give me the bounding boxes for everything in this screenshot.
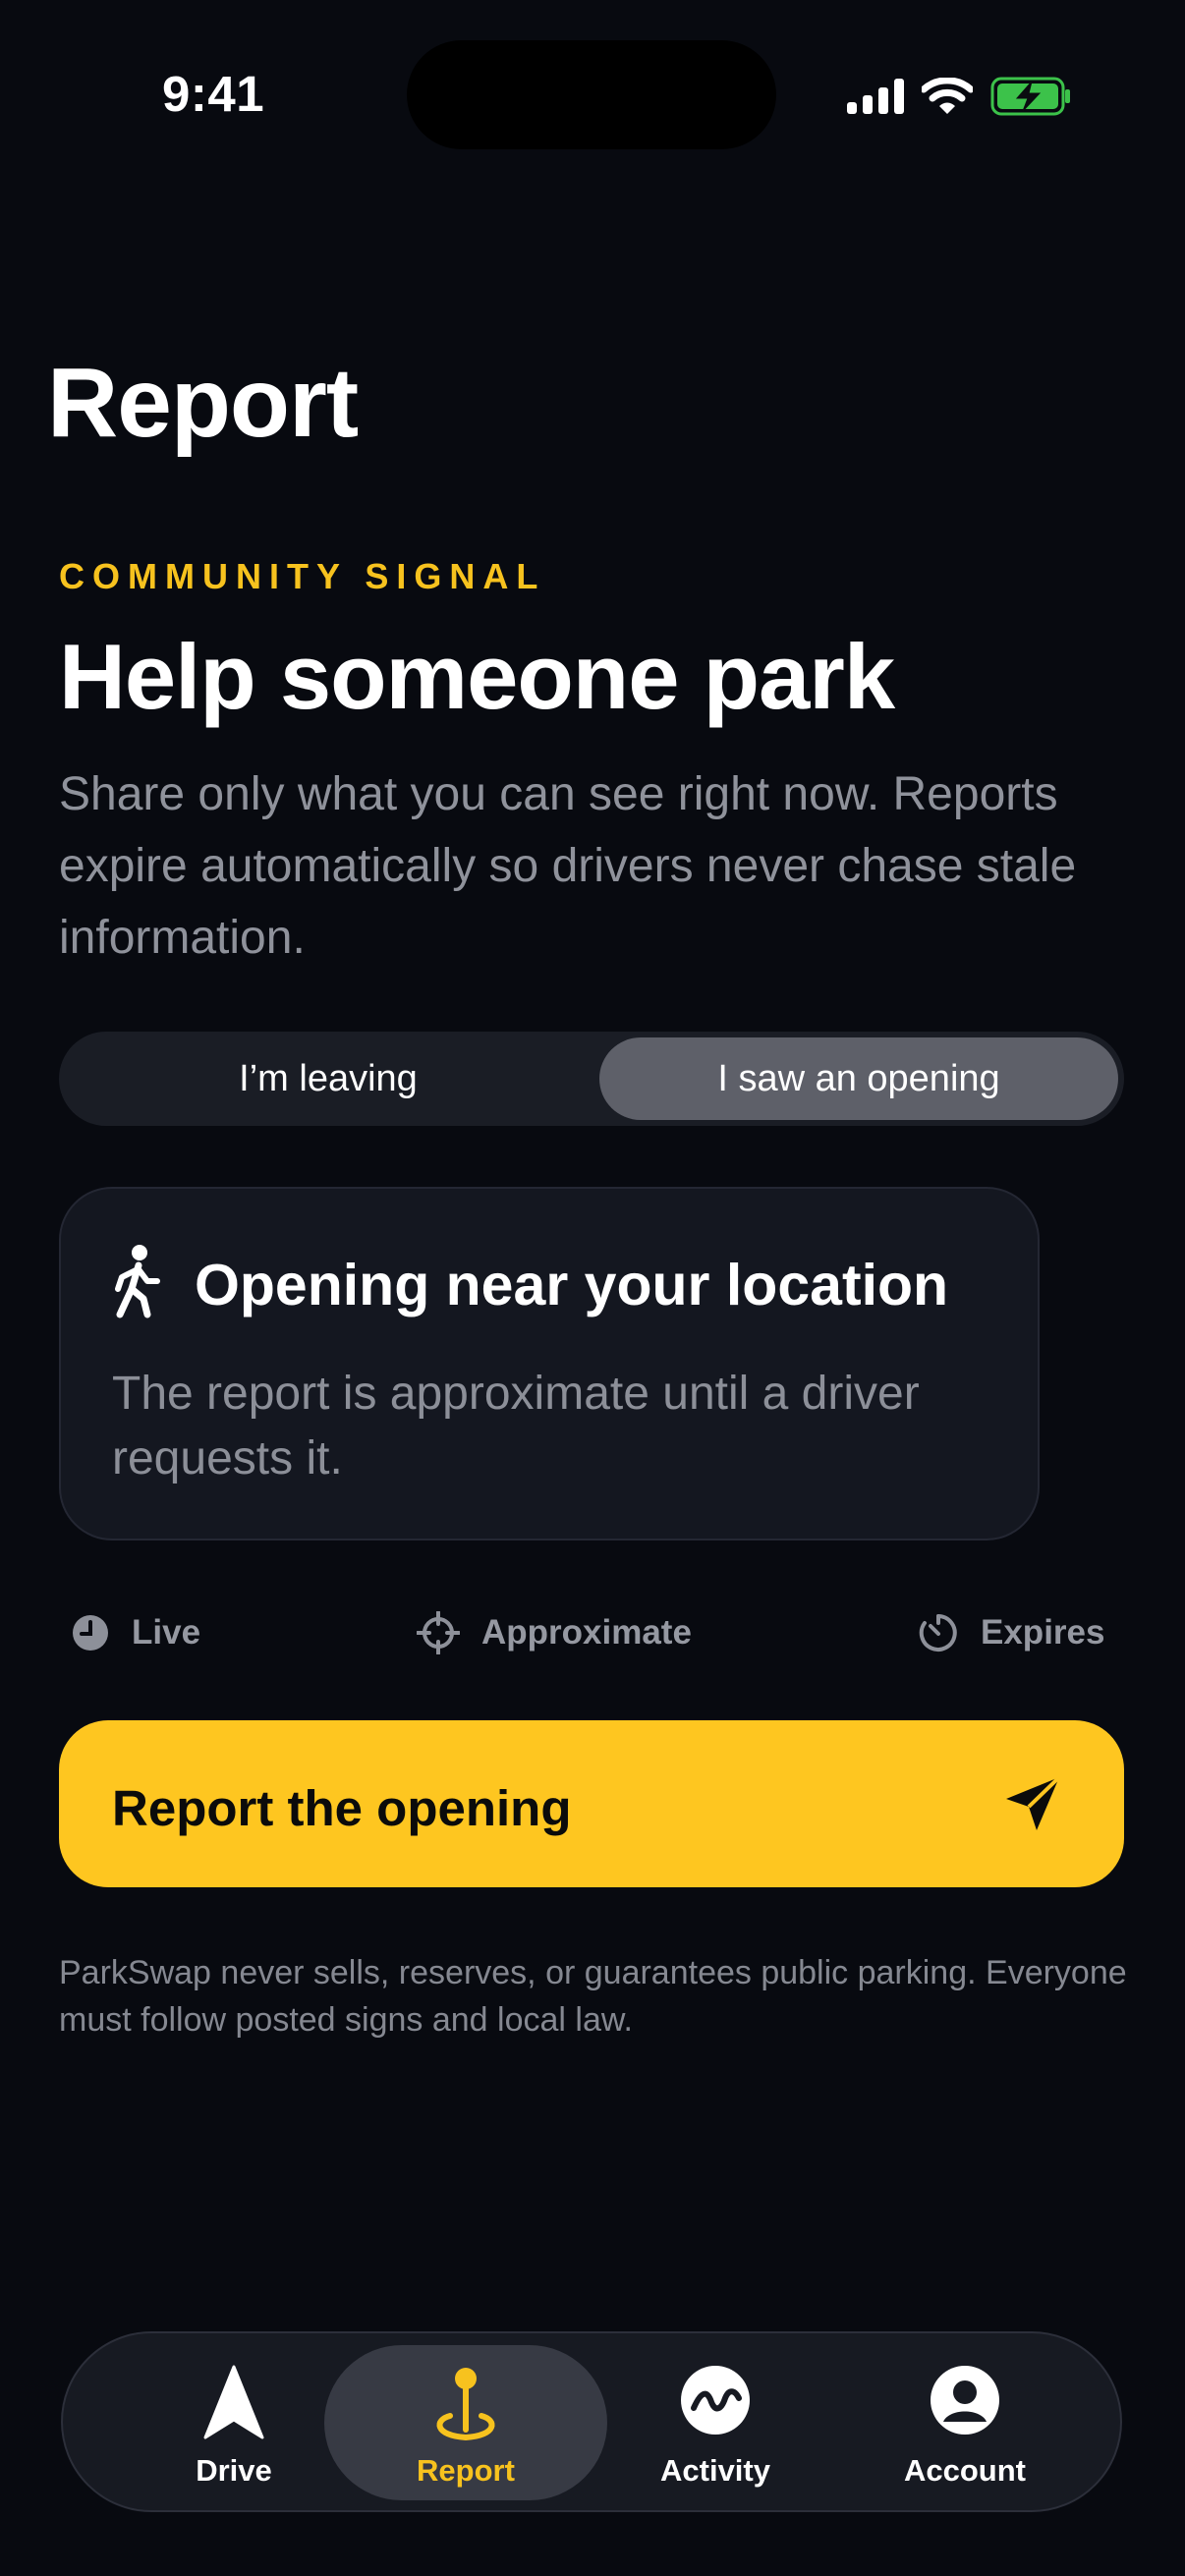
hero-headline: Help someone park (59, 625, 895, 728)
location-info-card: Opening near your location The report is… (59, 1187, 1040, 1540)
battery-charging-icon (990, 77, 1070, 116)
dynamic-island (407, 40, 776, 149)
chip-expires-label: Expires (981, 1613, 1105, 1652)
tab-report-label: Report (417, 2453, 515, 2488)
account-icon (931, 2366, 999, 2435)
timer-icon (919, 1614, 957, 1652)
cellular-signal-icon (847, 79, 904, 114)
status-time: 9:41 (162, 66, 265, 122)
segment-im-leaving[interactable]: I’m leaving (65, 1037, 592, 1120)
legal-disclaimer: ParkSwap never sells, reserves, or guara… (59, 1954, 1127, 2039)
report-opening-button[interactable]: Report the opening (59, 1720, 1124, 1887)
chip-live-label: Live (132, 1613, 201, 1652)
chip-approximate-label: Approximate (481, 1613, 692, 1652)
bottom-tab-bar: Drive Report Activity Account (61, 2331, 1122, 2512)
page-title: Report (47, 348, 359, 458)
tab-account[interactable]: Account (823, 2345, 1106, 2500)
chip-approximate: Approximate (417, 1607, 692, 1658)
report-opening-label: Report the opening (112, 1780, 572, 1836)
segment-saw-opening[interactable]: I saw an opening (599, 1037, 1118, 1120)
map-pin-icon (436, 2368, 495, 2441)
wifi-icon (922, 78, 973, 114)
tab-account-label: Account (904, 2453, 1026, 2488)
hero-description: Share only what you can see right now. R… (59, 768, 1077, 964)
info-card-body: The report is approximate until a driver… (112, 1368, 920, 1484)
tab-activity[interactable]: Activity (574, 2345, 857, 2500)
walking-person-icon (115, 1245, 160, 1318)
tab-activity-label: Activity (660, 2453, 770, 2488)
info-card-title: Opening near your location (195, 1253, 949, 1317)
section-eyebrow: COMMUNITY SIGNAL (59, 556, 546, 596)
chip-expires: Expires (918, 1607, 1104, 1658)
chip-live: Live (71, 1607, 200, 1658)
send-icon (1006, 1775, 1061, 1830)
navigation-arrow-icon (203, 2365, 264, 2439)
clock-icon (73, 1615, 108, 1651)
activity-icon (681, 2366, 750, 2435)
tab-report[interactable]: Report (324, 2345, 607, 2500)
report-type-segmented-control: I’m leaving I saw an opening (59, 1032, 1124, 1126)
crosshair-icon (417, 1611, 460, 1654)
status-icons (847, 73, 1071, 120)
